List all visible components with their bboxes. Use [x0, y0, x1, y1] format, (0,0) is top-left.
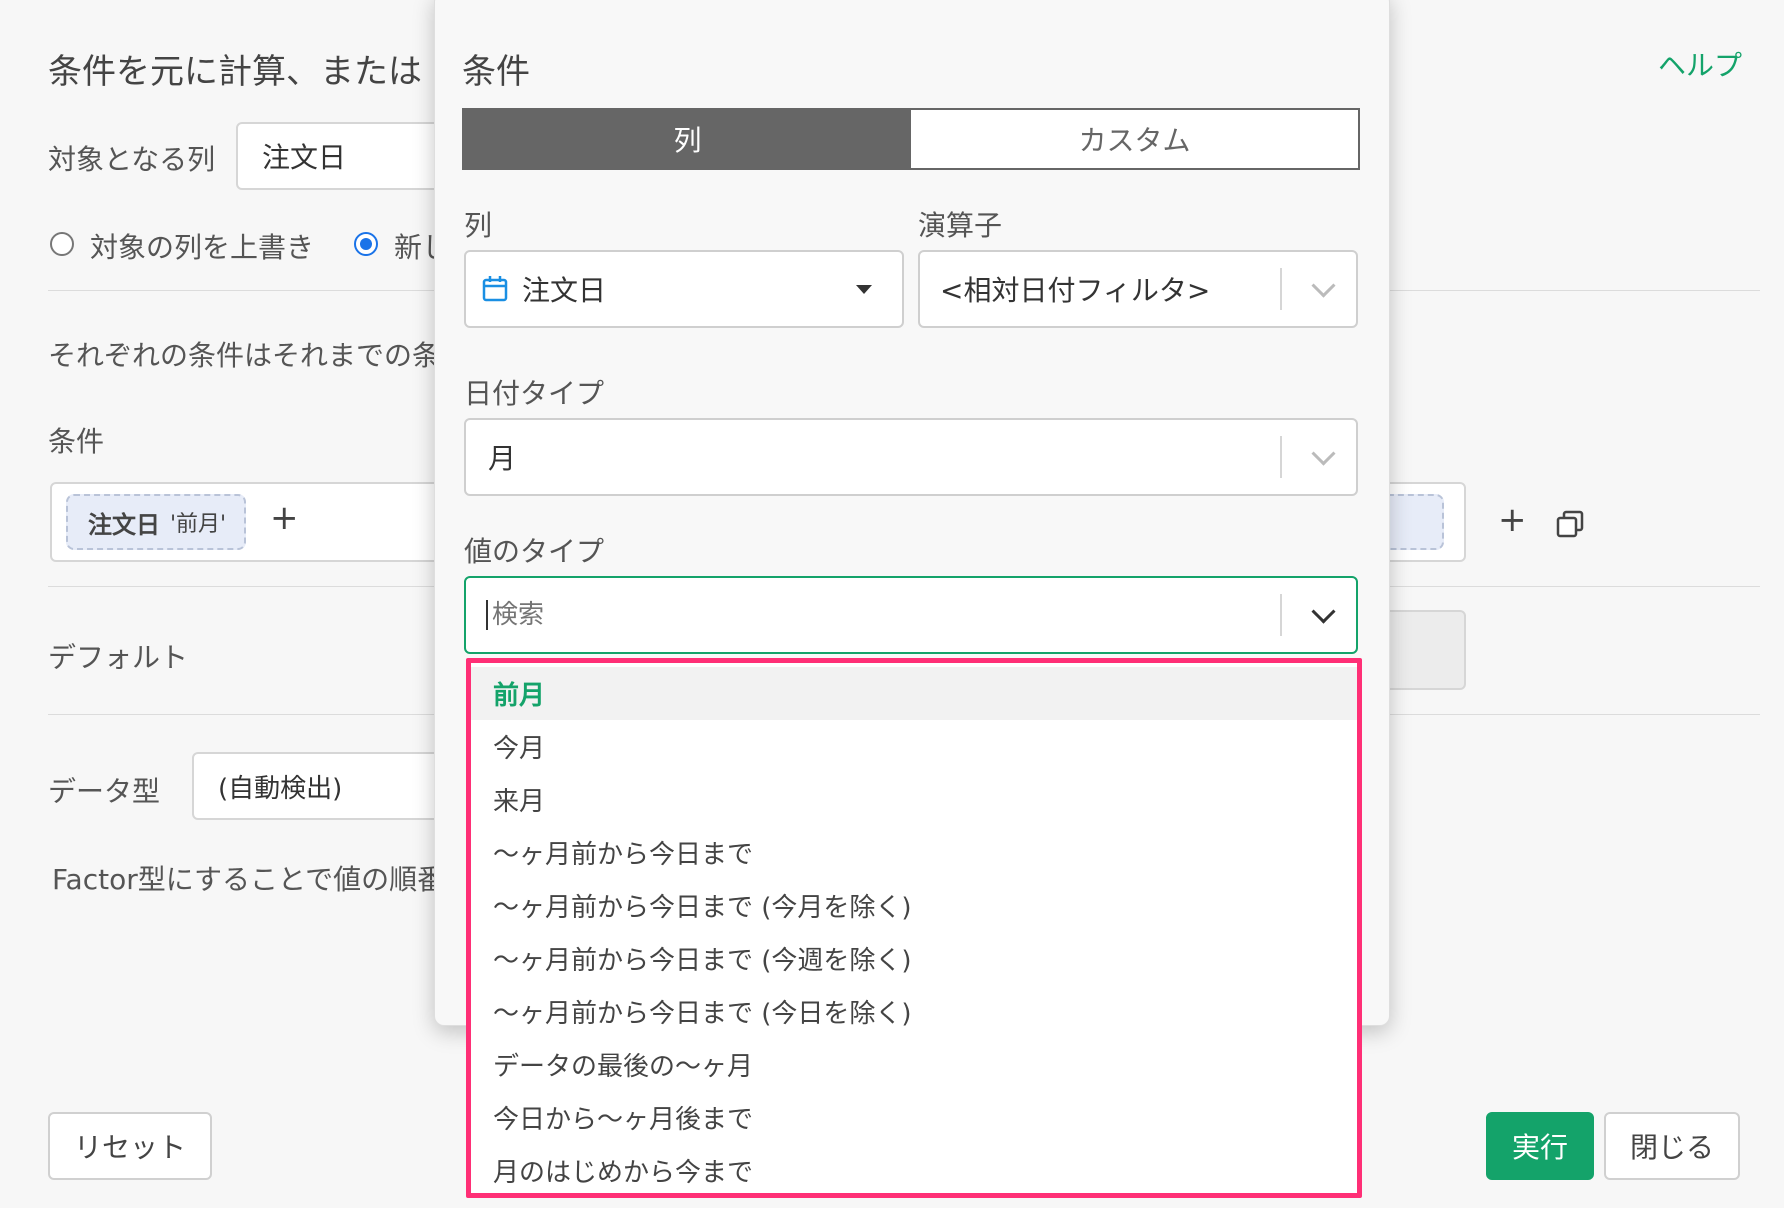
value-type-select[interactable]	[464, 576, 1358, 654]
overwrite-radio[interactable]	[50, 232, 74, 256]
date-type-select[interactable]: 月	[464, 418, 1358, 496]
factor-note: Factor型にすることで値の順番	[52, 863, 446, 896]
new-column-radio[interactable]	[354, 232, 378, 256]
column-label: 列	[464, 209, 493, 242]
option-item[interactable]: 〜ヶ月前から今日まで (今月を除く)	[471, 879, 1357, 932]
condition-chip-column: 注文日	[88, 510, 160, 539]
value-type-label: 値のタイプ	[464, 535, 605, 568]
copy-icon[interactable]	[1556, 510, 1584, 538]
target-column-select[interactable]: 注文日	[236, 122, 456, 190]
operator-label: 演算子	[918, 209, 1003, 242]
help-link[interactable]: ヘルプ	[1658, 44, 1742, 84]
option-item[interactable]: 月のはじめから今まで	[471, 1144, 1357, 1197]
add-condition-button[interactable]: +	[270, 498, 299, 538]
chevron-down-icon	[1311, 599, 1336, 624]
option-item[interactable]: 今月	[471, 720, 1357, 773]
operator-separator	[1280, 268, 1282, 310]
target-column-label: 対象となる列	[48, 143, 216, 176]
chevron-down-icon	[1311, 441, 1336, 466]
value-type-separator	[1280, 594, 1282, 636]
target-column-value: 注文日	[262, 141, 347, 174]
option-item[interactable]: データの最後の〜ヶ月	[471, 1038, 1357, 1091]
modal-title: 条件	[462, 52, 530, 92]
condition-chip-value: '前月'	[170, 512, 227, 537]
text-cursor	[486, 600, 488, 630]
page-title: 条件を元に計算、または	[48, 52, 422, 92]
condition-chip[interactable]: 注文日 '前月'	[66, 494, 246, 550]
option-item[interactable]: 〜ヶ月前から今日まで	[471, 826, 1357, 879]
operator-select[interactable]: <相対日付フィルタ>	[918, 250, 1358, 328]
option-item[interactable]: 〜ヶ月前から今日まで (今日を除く)	[471, 985, 1357, 1038]
column-select[interactable]: 注文日	[464, 250, 904, 328]
tab-custom[interactable]: カスタム	[911, 110, 1358, 168]
conditions-label: 条件	[48, 425, 105, 458]
caret-down-icon	[856, 285, 872, 294]
reset-button[interactable]: リセット	[48, 1112, 212, 1180]
value-type-dropdown: 前月 今月 来月 〜ヶ月前から今日まで 〜ヶ月前から今日まで (今月を除く) 〜…	[466, 658, 1362, 1198]
data-type-label: データ型	[48, 775, 161, 808]
overwrite-label: 対象の列を上書き	[90, 231, 315, 264]
close-button[interactable]: 閉じる	[1604, 1112, 1740, 1180]
add-row-button[interactable]: +	[1498, 500, 1527, 540]
date-type-separator	[1280, 436, 1282, 478]
data-type-value: (自動検出)	[218, 773, 343, 804]
operator-select-value: <相対日付フィルタ>	[940, 274, 1211, 307]
option-item[interactable]: 前月	[471, 667, 1357, 720]
date-type-value: 月	[488, 442, 517, 475]
tab-column[interactable]: 列	[464, 110, 911, 168]
default-label: デフォルト	[48, 641, 189, 674]
condition-mode-tabs: 列 カスタム	[462, 108, 1360, 170]
option-item[interactable]: 今日から〜ヶ月後まで	[471, 1091, 1357, 1144]
column-select-value: 注文日	[522, 274, 607, 307]
chevron-down-icon	[1311, 273, 1336, 298]
option-item[interactable]: 来月	[471, 773, 1357, 826]
data-type-select[interactable]: (自動検出)	[192, 752, 456, 820]
value-type-search-input[interactable]	[490, 599, 1094, 631]
calendar-icon	[482, 276, 508, 302]
option-item[interactable]: 〜ヶ月前から今日まで (今週を除く)	[471, 932, 1357, 985]
date-type-label: 日付タイプ	[464, 377, 605, 410]
conditions-description: それぞれの条件はそれまでの条	[48, 339, 441, 372]
run-button[interactable]: 実行	[1486, 1112, 1594, 1180]
